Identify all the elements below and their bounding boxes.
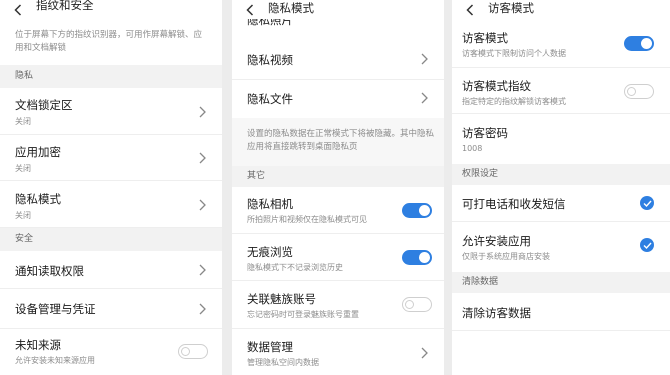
row-subtitle: 关闭 — [15, 211, 31, 220]
chevron-right-icon — [199, 106, 206, 118]
chevron-right-icon — [199, 199, 206, 211]
fingerprint-security-screen: 指纹和安全 位于屏幕下方的指纹识别器，可用作屏幕解锁、应用和文档解锁 隐私 文档… — [0, 0, 222, 375]
chevron-right-icon — [199, 152, 206, 164]
row-title: 访客密码 — [462, 126, 508, 140]
privacy-camera-row[interactable]: 隐私相机 所拍照片和视频仅在隐私模式可见 — [232, 187, 444, 234]
row-subtitle: 访客模式下限制访问个人数据 — [462, 49, 566, 58]
privacy-camera-toggle[interactable] — [402, 203, 432, 218]
chevron-right-icon — [199, 264, 206, 276]
screen-divider — [222, 0, 232, 375]
privacy-note: 设置的隐私数据在正常模式下将被隐藏。其中隐私应用将直接跳转到桌面隐私页 — [247, 129, 435, 152]
row-title: 关联魅族账号 — [247, 292, 316, 306]
header: 指纹和安全 — [0, 0, 222, 19]
row-subtitle: 1008 — [462, 144, 483, 153]
chevron-right-icon — [199, 303, 206, 315]
header: 访客模式 — [452, 0, 670, 19]
app-encrypt-row[interactable]: 应用加密 关闭 — [0, 135, 222, 181]
back-arrow-icon[interactable] — [14, 0, 23, 19]
row-subtitle: 允许安装未知来源应用 — [15, 356, 95, 365]
check-icon[interactable] — [640, 238, 654, 252]
section-header-other: 其它 — [232, 166, 444, 187]
row-title: 允许安装应用 — [462, 234, 531, 248]
section-header-privacy: 隐私 — [0, 65, 222, 88]
row-title: 无痕浏览 — [247, 245, 293, 259]
row-title: 数据管理 — [247, 340, 293, 354]
row-title: 文档锁定区 — [15, 98, 73, 112]
guest-mode-row[interactable]: 访客模式 访客模式下限制访问个人数据 — [452, 20, 670, 68]
guest-fingerprint-row[interactable]: 访客模式指纹 指定特定的指纹解锁访客模式 — [452, 68, 670, 114]
row-title: 访客模式 — [462, 31, 508, 45]
unknown-source-toggle[interactable] — [178, 344, 208, 359]
privacy-file-row[interactable]: 隐私文件 — [232, 80, 444, 118]
row-subtitle: 指定特定的指纹解锁访客模式 — [462, 97, 566, 106]
traceless-browsing-toggle[interactable] — [402, 250, 432, 265]
row-title: 设备管理与凭证 — [15, 302, 96, 316]
device-management-row[interactable]: 设备管理与凭证 — [0, 289, 222, 329]
traceless-browsing-row[interactable]: 无痕浏览 隐私模式下不记录浏览历史 — [232, 234, 444, 281]
back-arrow-icon[interactable] — [246, 0, 255, 19]
guest-password-row[interactable]: 访客密码 1008 — [452, 114, 670, 164]
allow-install-apps-row[interactable]: 允许安装应用 仅限于系统应用商店安装 — [452, 222, 670, 272]
guest-fingerprint-toggle[interactable] — [624, 84, 654, 99]
link-meizu-account-toggle[interactable] — [402, 297, 432, 312]
chevron-right-icon — [421, 53, 428, 65]
section-header-permissions: 权限设定 — [452, 164, 670, 185]
row-title: 隐私文件 — [247, 92, 293, 106]
header: 隐私模式 — [232, 0, 444, 19]
guest-mode-toggle[interactable] — [624, 36, 654, 51]
section-header-security: 安全 — [0, 228, 222, 251]
clear-guest-data-row[interactable]: 清除访客数据 — [452, 293, 670, 331]
intro-text: 位于屏幕下方的指纹识别器，可用作屏幕解锁、应用和文档解锁 — [15, 30, 203, 53]
page-title: 指纹和安全 — [36, 0, 94, 12]
privacy-mode-screen: 隐私模式 隐私照片 隐私视频 隐私文件 设置的隐私数据在正常模式下将被隐藏。其中… — [232, 0, 444, 375]
section-header-clear: 清除数据 — [452, 272, 670, 293]
guest-mode-screen: 访客模式 访客模式 访客模式下限制访问个人数据 访客模式指纹 指定特定的指纹解锁… — [452, 0, 670, 375]
link-meizu-account-row[interactable]: 关联魅族账号 忘记密码时可登录魅族账号重置 — [232, 281, 444, 329]
check-icon[interactable] — [640, 196, 654, 210]
chevron-right-icon — [421, 347, 428, 359]
row-title: 未知来源 — [15, 338, 61, 352]
row-subtitle: 管理隐私空间内数据 — [247, 358, 319, 367]
row-title: 隐私视频 — [247, 53, 293, 67]
calls-sms-row[interactable]: 可打电话和收发短信 — [452, 185, 670, 222]
privacy-photo-row-partial[interactable]: 隐私照片 — [247, 19, 293, 29]
row-subtitle: 隐私模式下不记录浏览历史 — [247, 263, 343, 272]
notification-access-row[interactable]: 通知读取权限 — [0, 251, 222, 289]
row-title: 清除访客数据 — [462, 306, 531, 320]
privacy-mode-row[interactable]: 隐私模式 关闭 — [0, 181, 222, 228]
back-arrow-icon[interactable] — [466, 0, 475, 19]
page-title: 隐私模式 — [268, 1, 314, 15]
privacy-video-row[interactable]: 隐私视频 — [232, 38, 444, 80]
row-subtitle: 关闭 — [15, 117, 31, 126]
row-subtitle: 关闭 — [15, 164, 31, 173]
chevron-right-icon — [421, 92, 428, 104]
row-subtitle: 仅限于系统应用商店安装 — [462, 252, 550, 261]
row-title: 隐私相机 — [247, 197, 293, 211]
page-title: 访客模式 — [488, 1, 534, 15]
row-subtitle: 忘记密码时可登录魅族账号重置 — [247, 310, 359, 319]
row-title: 应用加密 — [15, 145, 61, 159]
screen-divider — [444, 0, 452, 375]
doc-lock-row[interactable]: 文档锁定区 关闭 — [0, 88, 222, 135]
unknown-source-row[interactable]: 未知来源 允许安装未知来源应用 — [0, 329, 222, 375]
row-subtitle: 所拍照片和视频仅在隐私模式可见 — [247, 215, 367, 224]
row-title: 可打电话和收发短信 — [462, 197, 566, 211]
data-management-row[interactable]: 数据管理 管理隐私空间内数据 — [232, 329, 444, 375]
row-title: 通知读取权限 — [15, 264, 84, 278]
row-title: 访客模式指纹 — [462, 79, 531, 93]
row-title: 隐私模式 — [15, 192, 61, 206]
